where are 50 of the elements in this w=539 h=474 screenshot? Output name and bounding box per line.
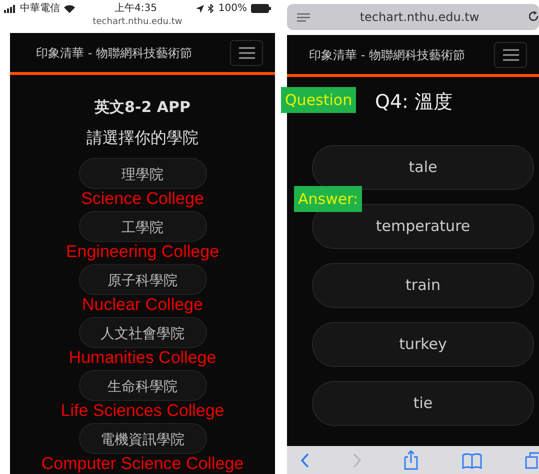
status-time: 上午4:35: [114, 2, 157, 16]
tabs-icon: [525, 452, 539, 468]
annotation-label: Answer:: [294, 186, 362, 212]
college-button[interactable]: 電機資訊學院: [78, 423, 206, 454]
answer-button[interactable]: tale: [312, 145, 534, 190]
prompt-text: 請選擇你的學院: [86, 127, 198, 149]
college-button[interactable]: 原子科學院: [78, 264, 206, 295]
page-url: techart.nthu.edu.tw: [92, 16, 184, 29]
answer-button[interactable]: temperature: [312, 204, 534, 249]
battery-icon: [251, 4, 271, 13]
menu-icon: [238, 46, 254, 58]
bluetooth-icon: [208, 4, 214, 13]
brand-title[interactable]: 印象清華 - 物聯網科技藝術節: [309, 46, 465, 64]
location-icon: [196, 4, 204, 12]
share-button[interactable]: [404, 450, 418, 470]
answer-button[interactable]: tie: [312, 381, 534, 426]
url-text: techart.nthu.edu.tw: [360, 9, 480, 26]
address-bar[interactable]: techart.nthu.edu.tw: [287, 4, 539, 30]
menu-button[interactable]: [494, 42, 527, 68]
college-button[interactable]: 人文社會學院: [78, 317, 206, 348]
college-button[interactable]: 理學院: [78, 158, 206, 189]
college-button[interactable]: 工學院: [78, 211, 206, 242]
brand-title[interactable]: 印象清華 - 物聯網科技藝術節: [36, 44, 192, 62]
bookmarks-button[interactable]: [462, 452, 482, 468]
carrier-name: 中華電信: [20, 2, 60, 16]
back-icon: [301, 452, 309, 468]
annotation-label: Question: [281, 87, 356, 113]
annotation-label: Science College: [81, 190, 204, 207]
annotation-label: Humanities College: [68, 349, 216, 366]
annotation-label: Nuclear College: [82, 296, 203, 313]
menu-button[interactable]: [230, 40, 263, 66]
wifi-icon: [64, 4, 75, 12]
menu-icon: [502, 48, 518, 60]
answer-button[interactable]: train: [312, 263, 534, 308]
annotation-label: Life Sciences College: [60, 402, 224, 419]
answer-button[interactable]: turkey: [312, 322, 534, 367]
bookmarks-icon: [462, 452, 482, 468]
annotation-label: Engineering College: [66, 243, 220, 260]
college-button[interactable]: 生命科學院: [78, 370, 206, 401]
question-text: Q4: 溫度: [375, 90, 452, 115]
tabs-button[interactable]: [525, 452, 539, 468]
battery-level: 100%: [218, 2, 247, 16]
back-button[interactable]: [301, 452, 309, 468]
forward-icon: [352, 452, 360, 468]
app-title: 英文8-2 APP: [94, 97, 190, 117]
signal-icon: [4, 4, 16, 12]
share-icon: [404, 450, 418, 470]
annotation-label: Computer Science College: [41, 455, 244, 472]
reader-icon: [297, 12, 310, 22]
reload-icon[interactable]: [529, 11, 539, 23]
